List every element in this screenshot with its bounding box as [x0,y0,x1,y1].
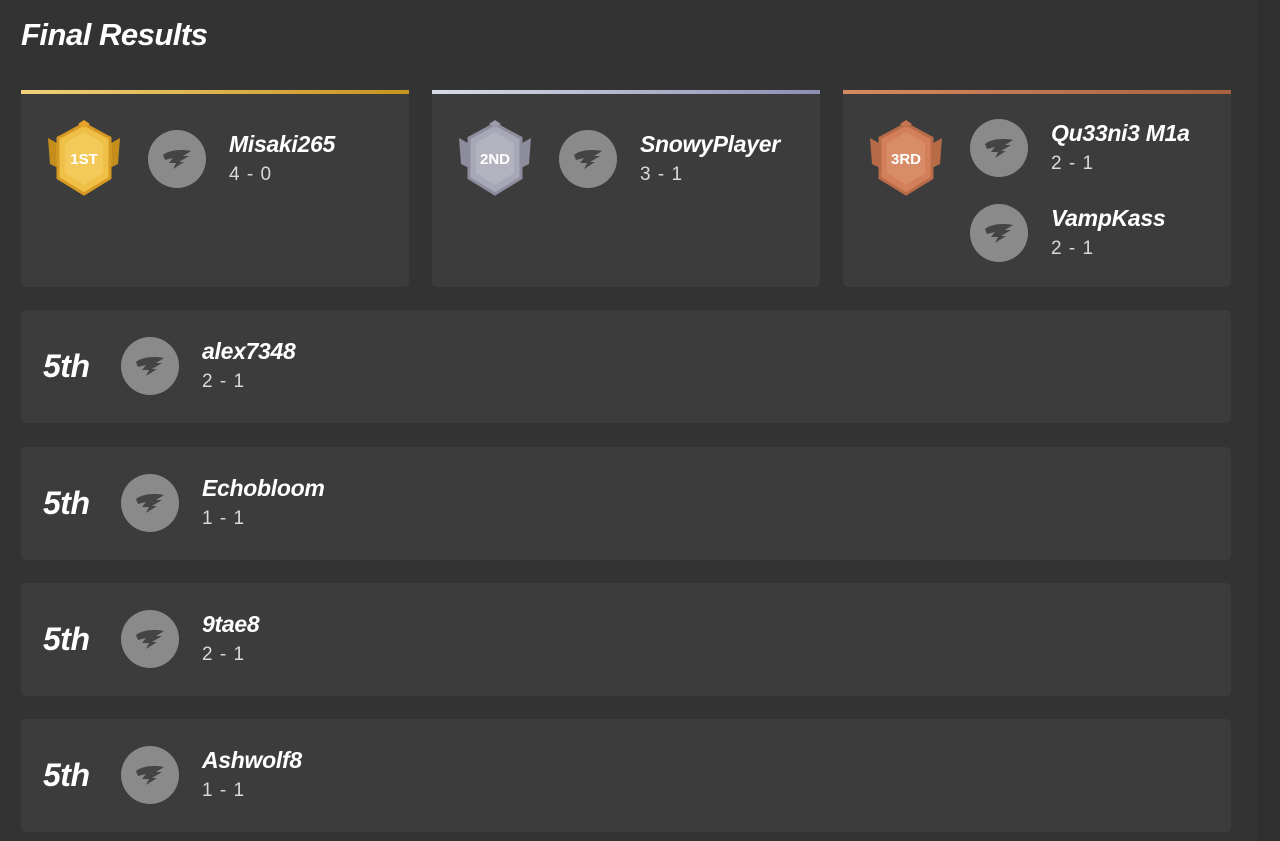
default-avatar-icon [121,746,179,804]
player-name[interactable]: alex7348 [202,337,296,365]
player-name[interactable]: Echobloom [202,474,325,502]
player-record: 4 - 0 [229,164,273,185]
player-name[interactable]: Misaki265 [229,130,335,158]
default-avatar-icon [121,610,179,668]
player-record: 2 - 1 [1051,238,1095,259]
player-record: 3 - 1 [640,164,684,185]
default-avatar-icon [121,337,179,395]
player-record: 2 - 1 [202,644,246,665]
player-entry[interactable]: Misaki265 4 - 0 [148,130,335,188]
player-name[interactable]: VampKass [1051,204,1166,232]
rank-label: 5th [43,485,90,521]
bronze-accent-bar [843,90,1231,94]
bronze-medal-badge-icon: 3RD [870,120,942,196]
player-name[interactable]: Qu33ni3 M1a [1051,119,1190,147]
default-avatar-icon [148,130,206,188]
player-entry[interactable]: Qu33ni3 M1a 2 - 1 [970,119,1190,177]
default-avatar-icon [970,119,1028,177]
rank-label: 5th [43,621,90,657]
result-row: 5th alex7348 2 - 1 [21,310,1231,423]
player-name[interactable]: Ashwolf8 [202,746,302,774]
player-name[interactable]: 9tae8 [202,610,260,638]
gold-accent-bar [21,90,409,94]
final-results-page: Final Results 1ST Misaki265 4 - 0 2ND Sn… [0,0,1280,841]
default-avatar-icon [559,130,617,188]
player-entry[interactable]: Ashwolf8 1 - 1 [121,746,302,804]
rank-label: 5th [43,348,90,384]
player-entry[interactable]: alex7348 2 - 1 [121,337,296,395]
result-row: 5th Echobloom 1 - 1 [21,447,1231,560]
player-record: 2 - 1 [202,371,246,392]
result-row: 5th Ashwolf8 1 - 1 [21,719,1231,832]
badge-label: 2ND [480,151,510,168]
player-entry[interactable]: SnowyPlayer 3 - 1 [559,130,780,188]
gold-medal-badge-icon: 1ST [48,120,120,196]
default-avatar-icon [970,204,1028,262]
podium: 1ST Misaki265 4 - 0 2ND SnowyPlayer 3 - … [21,90,1231,287]
rank-label: 5th [43,757,90,793]
player-entry[interactable]: Echobloom 1 - 1 [121,474,325,532]
default-avatar-icon [121,474,179,532]
badge-label: 3RD [891,151,921,168]
podium-card-2nd: 2ND SnowyPlayer 3 - 1 [432,90,820,287]
scrollbar-track[interactable] [1258,0,1280,841]
player-entry[interactable]: 9tae8 2 - 1 [121,610,260,668]
podium-card-1st: 1ST Misaki265 4 - 0 [21,90,409,287]
silver-medal-badge-icon: 2ND [459,120,531,196]
page-title: Final Results [21,17,208,52]
player-name[interactable]: SnowyPlayer [640,130,780,158]
player-record: 2 - 1 [1051,153,1095,174]
player-record: 1 - 1 [202,780,246,801]
podium-card-3rd: 3RD Qu33ni3 M1a 2 - 1 VampKass 2 - 1 [843,90,1231,287]
player-record: 1 - 1 [202,508,246,529]
silver-accent-bar [432,90,820,94]
result-row: 5th 9tae8 2 - 1 [21,583,1231,696]
player-entry[interactable]: VampKass 2 - 1 [970,204,1166,262]
badge-label: 1ST [70,151,98,168]
